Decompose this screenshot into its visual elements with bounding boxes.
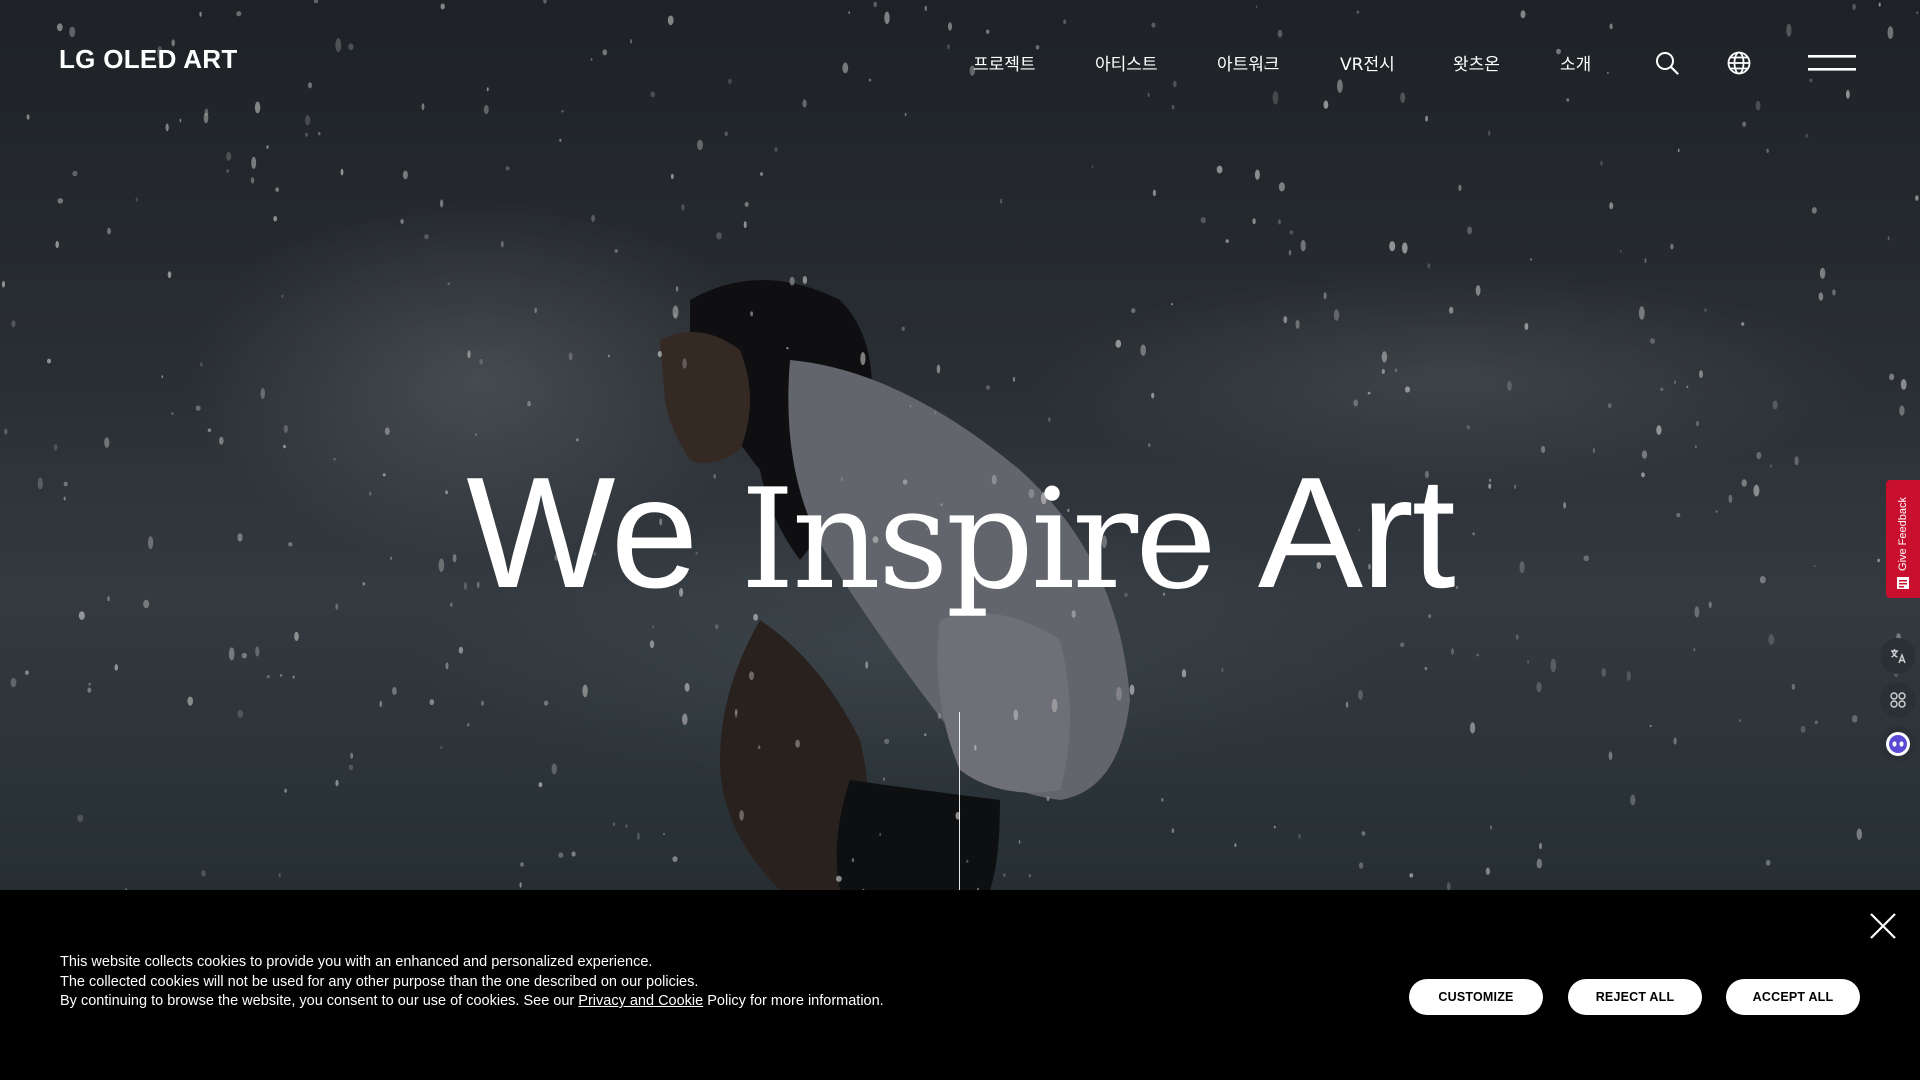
privacy-cookie-policy-link[interactable]: Privacy and Cookie: [578, 993, 703, 1009]
nav-item-about[interactable]: 소개: [1560, 50, 1591, 75]
give-feedback-label: Give Feedback: [1897, 497, 1909, 571]
give-feedback-tab[interactable]: Give Feedback: [1886, 480, 1920, 598]
hamburger-menu-icon[interactable]: [1808, 53, 1856, 73]
close-icon[interactable]: [1868, 911, 1898, 941]
cookie-message-line3: By continuing to browse the website, you…: [60, 992, 884, 1012]
nav-item-artists[interactable]: 아티스트: [1095, 50, 1158, 75]
cookie-message-line2: The collected cookies will not be used f…: [60, 973, 699, 990]
feedback-form-icon: [1897, 577, 1909, 589]
reject-all-button[interactable]: REJECT ALL: [1568, 979, 1702, 1015]
globe-icon[interactable]: [1727, 51, 1751, 75]
assistant-bot-icon[interactable]: [1880, 726, 1916, 762]
cookie-line3-end: Policy for more information.: [703, 993, 884, 1009]
accept-all-button[interactable]: ACCEPT ALL: [1726, 979, 1860, 1015]
search-icon[interactable]: [1655, 51, 1679, 75]
nav-item-whats-on[interactable]: 왓츠온: [1453, 50, 1500, 75]
customize-button[interactable]: CUSTOMIZE: [1409, 979, 1543, 1015]
nav-item-projects[interactable]: 프로젝트: [973, 50, 1036, 75]
hero-headline: We Inspire Art: [0, 454, 1920, 620]
cookie-message-line1: This website collects cookies to provide…: [60, 954, 653, 970]
headline-word-we: We: [466, 445, 698, 621]
site-logo[interactable]: LG OLED ART: [59, 44, 238, 75]
cookie-banner: This website collects cookies to provide…: [0, 890, 1920, 1080]
scroll-indicator-line: [959, 712, 960, 890]
headline-word-art: Art: [1257, 445, 1456, 621]
headline-word-inspire: Inspire: [740, 459, 1216, 620]
page: LG OLED ART 프로젝트 아티스트 아트워크 VR전시 왓츠온 소개 W…: [0, 0, 1920, 1080]
cookie-line3-start: By continuing to browse the website, you…: [60, 993, 579, 1009]
cookie-message: This website collects cookies to provide…: [60, 953, 884, 1012]
apps-icon[interactable]: [1880, 682, 1916, 718]
nav-item-artworks[interactable]: 아트워크: [1217, 50, 1280, 75]
translate-icon[interactable]: [1880, 638, 1916, 674]
nav-item-vr-exhibition[interactable]: VR전시: [1340, 50, 1395, 75]
